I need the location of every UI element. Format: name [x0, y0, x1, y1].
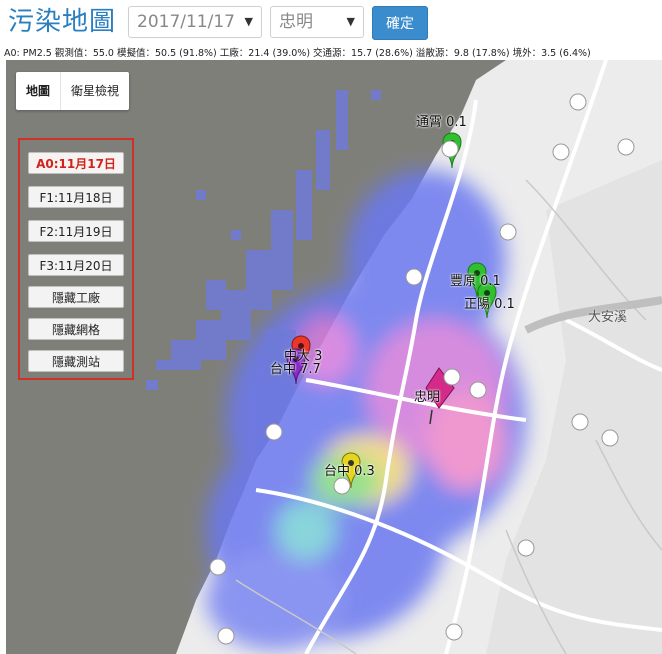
pm25-stats-line: A0: PM2.5 觀測值：55.0 模擬值：50.5 (91.8%) 工廠：2… [4, 48, 591, 59]
station-label-zhongming: 忠明 [414, 390, 441, 405]
station-label-tongxiao: 通霄 0.1 [416, 115, 467, 130]
hide-factories-button[interactable]: 隱藏工廠 [28, 286, 124, 308]
station-select-value: 忠明 [279, 12, 313, 32]
map-type-control[interactable]: 地圖 衛星檢視 [16, 72, 130, 110]
station-label-taichung-purple: 台中 7.7 [270, 362, 321, 377]
forecast-f3-button[interactable]: F3:11月20日 [28, 254, 124, 276]
forecast-f1-button[interactable]: F1:11月18日 [28, 186, 124, 208]
forecast-a0-button[interactable]: A0:11月17日 [28, 152, 124, 174]
station-label-fengyuan: 豐原 0.1 [450, 274, 501, 289]
date-select-value: 2017/11/17 [137, 12, 235, 32]
station-select[interactable]: 忠明 ▼ [270, 6, 364, 38]
confirm-button[interactable]: 確定 [372, 6, 428, 40]
hide-grid-button[interactable]: 隱藏網格 [28, 318, 124, 340]
forecast-control-panel: A0:11月17日 F1:11月18日 F2:11月19日 F3:11月20日 … [18, 138, 134, 380]
chevron-down-icon: ▼ [244, 15, 253, 28]
hide-stations-button[interactable]: 隱藏測站 [28, 350, 124, 372]
chevron-down-icon: ▼ [346, 15, 355, 28]
header-bar: 污染地圖 2017/11/17 ▼ 忠明 ▼ 確定 [0, 0, 662, 44]
date-select[interactable]: 2017/11/17 ▼ [128, 6, 262, 38]
forecast-f2-button[interactable]: F2:11月19日 [28, 220, 124, 242]
place-label-daan-river: 大安溪 [588, 310, 628, 325]
station-label-taichung-yellow: 台中 0.3 [324, 464, 375, 479]
app-title: 污染地圖 [8, 7, 117, 37]
map-view-button[interactable]: 地圖 [16, 72, 62, 110]
pollution-map[interactable]: 地圖 衛星檢視 A0:11月17日 F1:11月18日 F2:11月19日 F3… [6, 60, 662, 654]
satellite-view-button[interactable]: 衛星檢視 [61, 72, 129, 110]
station-label-zhengyang: 正陽 0.1 [464, 297, 515, 312]
